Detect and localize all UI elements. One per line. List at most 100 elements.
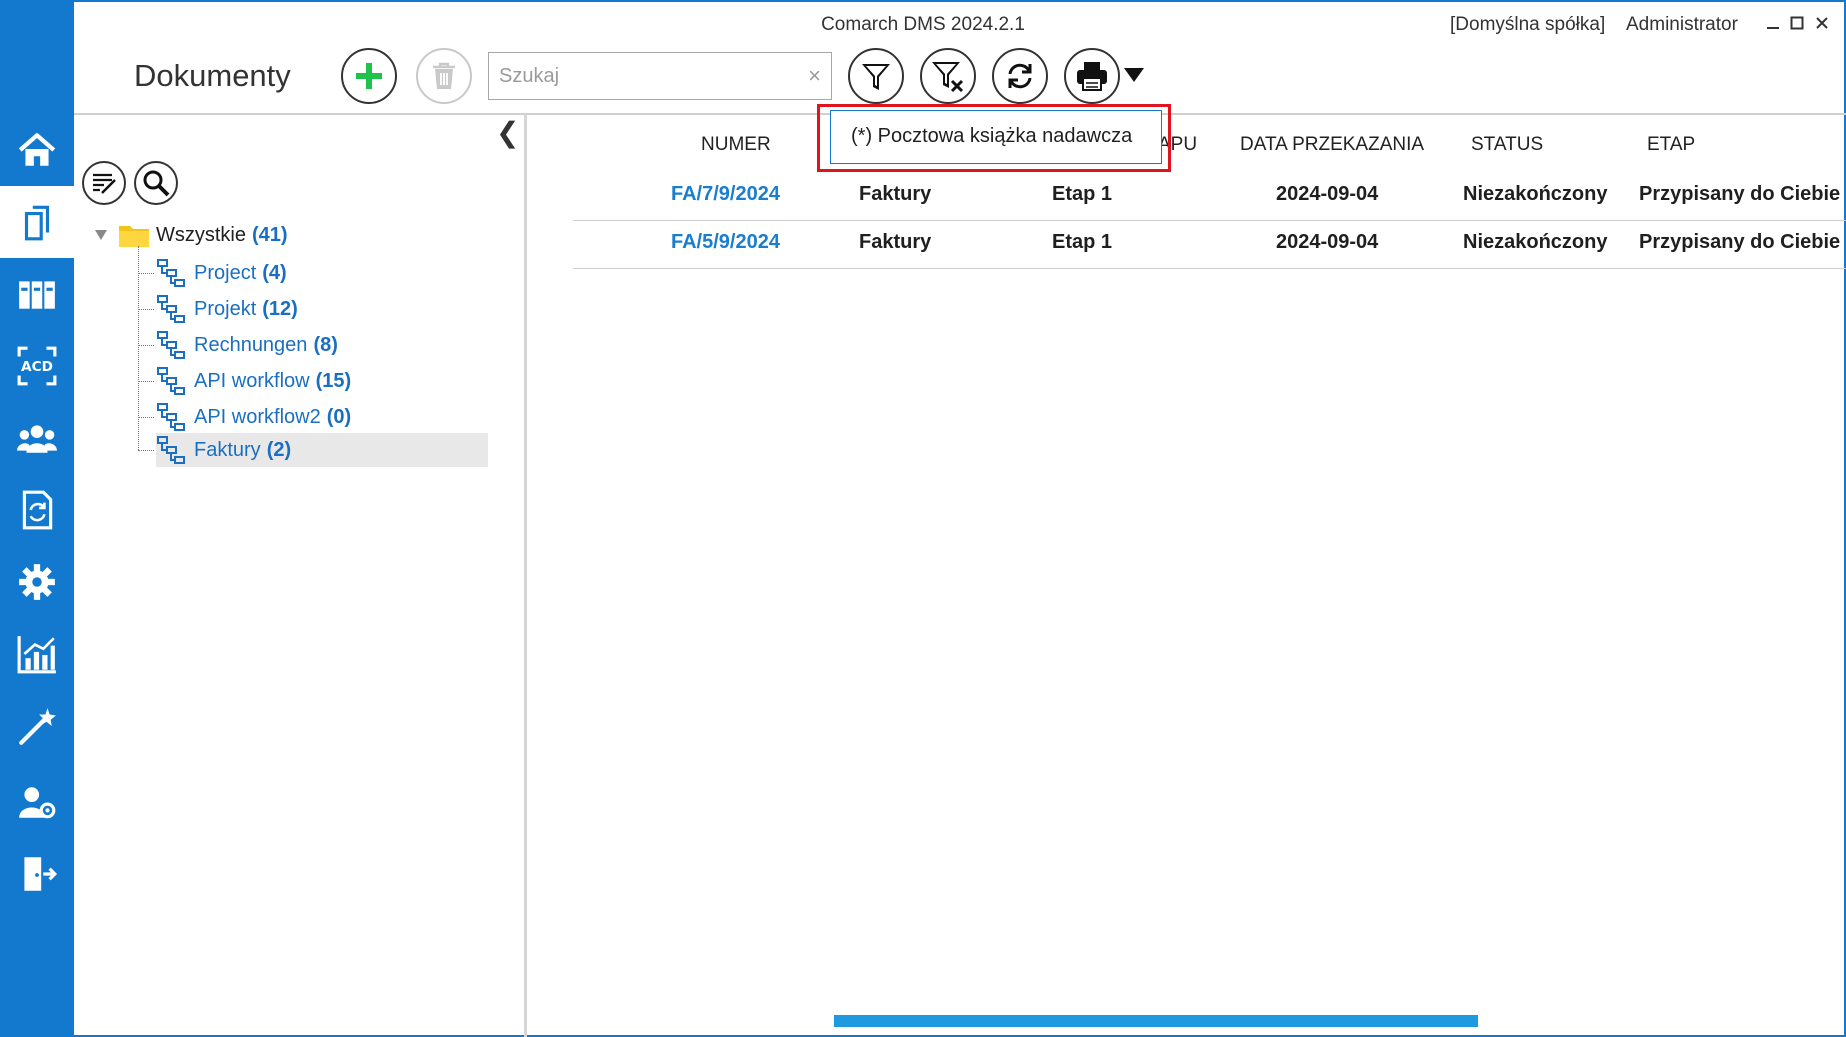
collapse-panel-button[interactable]: ❮ xyxy=(496,116,519,149)
nav-ocr[interactable]: ACD xyxy=(0,330,74,402)
refresh-button[interactable] xyxy=(992,48,1048,104)
cell-numer[interactable]: FA/7/9/2024 xyxy=(671,183,780,206)
minimize-button[interactable] xyxy=(1762,12,1784,34)
add-document-button[interactable] xyxy=(341,48,397,104)
cell-etap-nazwa: Etap 1 xyxy=(1052,231,1113,253)
binders-icon xyxy=(19,281,55,309)
logout-door-icon xyxy=(24,857,58,891)
tree-item-count: (2) xyxy=(266,438,292,461)
users-icon xyxy=(17,425,57,453)
filter-icon xyxy=(862,64,890,90)
tree-item-count: (12) xyxy=(262,297,298,320)
nav-documents[interactable] xyxy=(0,186,74,258)
search-clear-button[interactable]: × xyxy=(808,63,821,89)
printer-icon xyxy=(1077,62,1107,91)
tree-item-count: (4) xyxy=(262,261,287,284)
cell-data: 2024-09-04 xyxy=(1276,183,1379,205)
trash-icon xyxy=(433,62,455,89)
cell-etap: Przypisany do Ciebie xyxy=(1639,183,1841,205)
folder-icon xyxy=(119,226,149,247)
column-header-numer[interactable]: NUMER xyxy=(701,134,771,156)
print-dropdown-arrow[interactable] xyxy=(1124,68,1144,82)
ocr-acd-icon: ACD xyxy=(17,346,57,386)
panel-splitter[interactable] xyxy=(524,115,527,1037)
tree-root-label: Wszystkie xyxy=(156,223,246,246)
minimize-icon xyxy=(1767,27,1779,29)
cell-status: Niezakończony xyxy=(1463,231,1608,253)
column-header-data-przekazania[interactable]: DATA PRZEKAZANIA xyxy=(1240,134,1424,156)
nav-binders[interactable] xyxy=(0,258,74,330)
table-row[interactable]: FA/5/9/2024 Faktury Etap 1 2024-09-04 Ni… xyxy=(573,221,1846,269)
cell-data: 2024-09-04 xyxy=(1276,231,1379,253)
horizontal-scrollbar[interactable] xyxy=(834,1015,1478,1027)
tree-connector xyxy=(138,246,139,450)
tree-item-label: API workflow2 xyxy=(194,405,321,428)
print-button[interactable] xyxy=(1064,48,1120,104)
tree-item-label: Project xyxy=(194,261,257,284)
tree-item-rechnungen[interactable]: Rechnungen (8) xyxy=(138,328,346,362)
nav-wizard[interactable] xyxy=(0,690,74,762)
clear-filter-button[interactable] xyxy=(920,48,976,104)
settings-gear-icon xyxy=(19,564,55,600)
workflow-icon xyxy=(157,436,185,464)
tree-search-button[interactable] xyxy=(134,161,178,205)
cell-typ: Faktury xyxy=(859,231,932,253)
user-settings-icon xyxy=(19,787,56,819)
nav-rail: ACD xyxy=(0,0,74,1037)
company-selector[interactable]: [Domyślna spółka] xyxy=(1450,14,1605,36)
tree-root-all[interactable]: Wszystkie (41) xyxy=(94,220,288,250)
search-input[interactable] xyxy=(497,53,801,100)
tree-item-label: Faktury xyxy=(194,438,261,461)
collapse-triangle-icon[interactable] xyxy=(94,229,108,241)
document-sync-icon xyxy=(22,490,53,530)
table-row[interactable]: FA/7/9/2024 Faktury Etap 1 2024-09-04 Ni… xyxy=(573,173,1846,221)
cell-etap-nazwa: Etap 1 xyxy=(1052,183,1113,205)
nav-home[interactable] xyxy=(0,114,74,186)
nav-document-sync[interactable] xyxy=(0,474,74,546)
tree-item-projekt[interactable]: Projekt (12) xyxy=(138,292,306,326)
tree-root-count: (41) xyxy=(252,223,288,246)
close-icon xyxy=(1816,17,1828,29)
maximize-button[interactable] xyxy=(1786,12,1808,34)
column-header-status[interactable]: STATUS xyxy=(1471,134,1543,156)
cell-typ: Faktury xyxy=(859,183,932,205)
delete-document-button[interactable] xyxy=(416,48,472,104)
tree-item-count: (15) xyxy=(315,369,352,392)
user-name[interactable]: Administrator xyxy=(1626,14,1738,36)
tree-item-project[interactable]: Project (4) xyxy=(138,256,295,290)
filter-clear-icon xyxy=(932,62,964,93)
nav-user-settings[interactable] xyxy=(0,766,74,838)
tree-item-api-workflow[interactable]: API workflow (15) xyxy=(138,364,359,398)
workflow-icon xyxy=(157,403,185,431)
cell-numer[interactable]: FA/5/9/2024 xyxy=(671,231,780,254)
plus-icon xyxy=(356,63,382,89)
cell-status: Niezakończony xyxy=(1463,183,1608,205)
nav-reports[interactable] xyxy=(0,618,74,690)
refresh-icon xyxy=(1008,63,1032,89)
nav-settings[interactable] xyxy=(0,546,74,618)
tree-edit-button[interactable] xyxy=(82,161,126,205)
page-title: Dokumenty xyxy=(134,58,291,93)
workflow-icon xyxy=(157,295,185,323)
list-edit-icon xyxy=(93,173,116,194)
tree-item-count: (8) xyxy=(313,333,338,356)
tree-item-label: Projekt xyxy=(194,297,257,320)
highlight-annotation xyxy=(817,104,1171,172)
nav-users[interactable] xyxy=(0,402,74,474)
tree-item-label: API workflow xyxy=(194,369,310,392)
maximize-icon xyxy=(1790,16,1804,30)
search-box: × xyxy=(488,52,832,100)
svg-text:ACD: ACD xyxy=(21,359,53,375)
tree-item-count: (0) xyxy=(326,405,352,428)
nav-logout[interactable] xyxy=(0,838,74,910)
documents-icon xyxy=(24,205,50,241)
workflow-icon xyxy=(157,367,185,395)
workflow-icon xyxy=(157,331,185,359)
tree-item-api-workflow2[interactable]: API workflow2 (0) xyxy=(138,400,359,434)
filter-button[interactable] xyxy=(848,48,904,104)
column-header-etap[interactable]: ETAP xyxy=(1647,134,1695,156)
tree-item-faktury[interactable]: Faktury (2) xyxy=(138,433,488,467)
magnifier-icon xyxy=(143,170,170,197)
close-window-button[interactable] xyxy=(1811,12,1833,34)
tree-item-label: Rechnungen xyxy=(194,333,308,356)
